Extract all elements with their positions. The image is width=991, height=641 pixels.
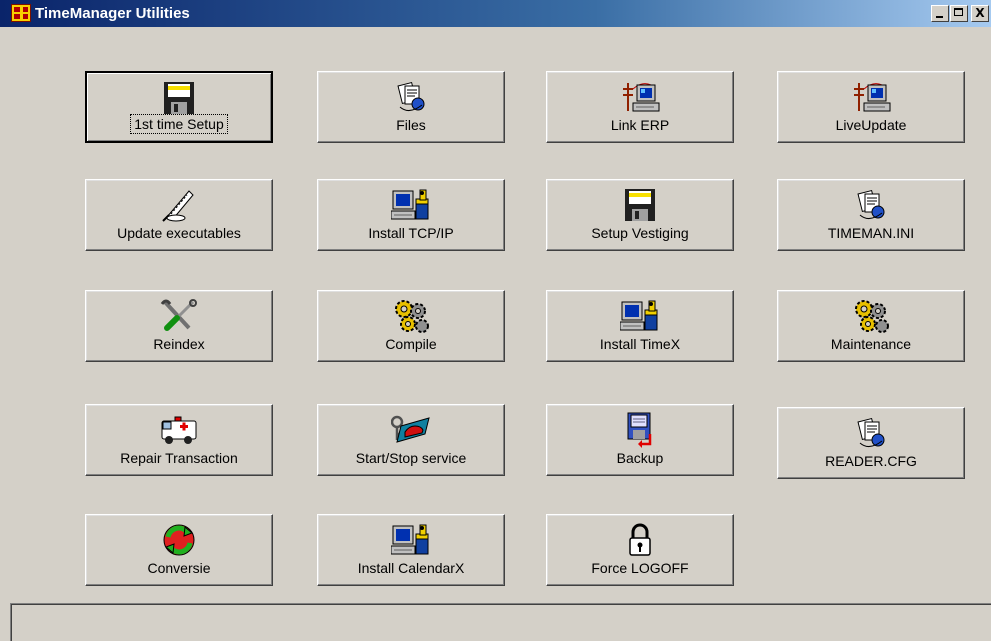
button-label: Force LOGOFF: [591, 560, 689, 576]
install-calendarx-button[interactable]: Install CalendarX: [317, 514, 505, 586]
computer-setup-icon: [391, 522, 431, 558]
app-window: TimeManager Utilities X 1st time Setup F…: [0, 0, 991, 641]
backup-disk-icon: [620, 412, 660, 448]
reindex-button[interactable]: Reindex: [85, 290, 273, 362]
button-label: Reindex: [153, 336, 205, 352]
documents-icon: [851, 415, 891, 451]
gears-icon: [851, 298, 891, 334]
update-executables-button[interactable]: Update executables: [85, 179, 273, 251]
tools-icon: [159, 298, 199, 334]
button-label: Backup: [616, 450, 664, 466]
button-label: Repair Transaction: [120, 450, 238, 466]
padlock-icon: [620, 522, 660, 558]
button-label: READER.CFG: [825, 453, 917, 469]
app-logo-icon[interactable]: [11, 4, 31, 22]
conversie-button[interactable]: Conversie: [85, 514, 273, 586]
maintenance-button[interactable]: Maintenance: [777, 290, 965, 362]
floppy-disk-icon: [620, 187, 660, 223]
status-bar: [10, 603, 991, 641]
reader-cfg-button[interactable]: READER.CFG: [777, 407, 965, 479]
button-label: Files: [396, 117, 426, 133]
button-label: Compile: [385, 336, 437, 352]
network-computer-icon: [851, 79, 891, 115]
floppy-disk-icon: [159, 80, 199, 116]
documents-icon: [391, 79, 431, 115]
force-logoff-button[interactable]: Force LOGOFF: [546, 514, 734, 586]
install-tcpip-button[interactable]: Install TCP/IP: [317, 179, 505, 251]
install-timex-button[interactable]: Install TimeX: [546, 290, 734, 362]
documents-icon: [851, 187, 891, 223]
button-label: 1st time Setup: [130, 114, 228, 134]
button-label: TIMEMAN.INI: [827, 225, 915, 241]
button-label: Conversie: [147, 560, 211, 576]
button-label: Install CalendarX: [357, 560, 465, 576]
close-button[interactable]: X: [971, 5, 989, 22]
compile-button[interactable]: Compile: [317, 290, 505, 362]
button-label: Start/Stop service: [355, 450, 467, 466]
computer-setup-icon: [391, 187, 431, 223]
repair-transaction-button[interactable]: Repair Transaction: [85, 404, 273, 476]
button-label: Install TimeX: [599, 336, 681, 352]
first-time-setup-button[interactable]: 1st time Setup: [85, 71, 273, 143]
button-label: Update executables: [117, 225, 241, 241]
start-stop-service-button[interactable]: Start/Stop service: [317, 404, 505, 476]
button-label: Maintenance: [830, 336, 912, 352]
liveupdate-button[interactable]: LiveUpdate: [777, 71, 965, 143]
title-bar[interactable]: TimeManager Utilities X: [0, 0, 991, 27]
window-title: TimeManager Utilities: [35, 5, 190, 22]
quill-pen-icon: [159, 187, 199, 223]
backup-button[interactable]: Backup: [546, 404, 734, 476]
gears-icon: [391, 298, 431, 334]
timeman-ini-button[interactable]: TIMEMAN.INI: [777, 179, 965, 251]
network-computer-icon: [620, 79, 660, 115]
button-label: Setup Vestiging: [591, 225, 689, 241]
button-label: Link ERP: [610, 117, 670, 133]
refresh-arrows-icon: [159, 522, 199, 558]
key-car-icon: [391, 412, 431, 448]
link-erp-button[interactable]: Link ERP: [546, 71, 734, 143]
button-label: Install TCP/IP: [368, 225, 454, 241]
maximize-button[interactable]: [950, 5, 968, 22]
ambulance-icon: [159, 412, 199, 448]
setup-vestiging-button[interactable]: Setup Vestiging: [546, 179, 734, 251]
computer-setup-icon: [620, 298, 660, 334]
minimize-button[interactable]: [931, 5, 949, 22]
files-button[interactable]: Files: [317, 71, 505, 143]
button-label: LiveUpdate: [835, 117, 907, 133]
